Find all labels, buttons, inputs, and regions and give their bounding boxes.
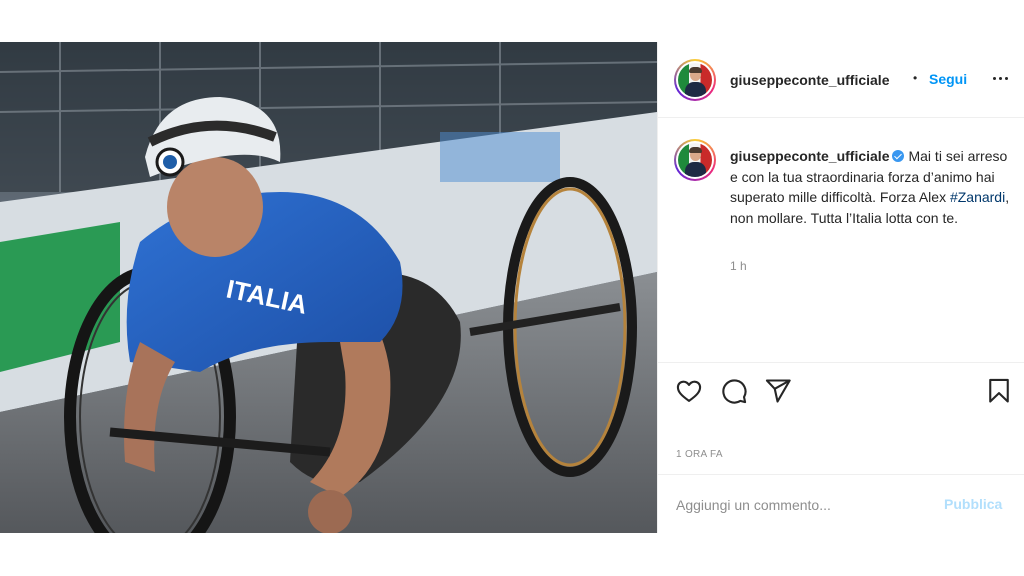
heart-icon[interactable] — [675, 377, 703, 405]
action-bar — [658, 362, 1024, 418]
comment-icon[interactable] — [720, 377, 748, 405]
paper-plane-icon[interactable] — [764, 377, 792, 405]
publish-comment-button[interactable]: Pubblica — [944, 496, 1002, 512]
follow-button[interactable]: Segui — [929, 71, 967, 87]
caption-username-link[interactable]: giuseppeconte_ufficiale — [730, 148, 889, 164]
comment-input[interactable] — [676, 494, 926, 516]
add-comment-section: Pubblica — [658, 474, 1024, 533]
hashtag-link[interactable]: #Zanardi — [950, 189, 1005, 205]
author-avatar[interactable] — [674, 59, 716, 101]
header-separator: • — [913, 71, 918, 85]
post-time-ago[interactable]: 1 ORA FA — [676, 449, 723, 460]
bookmark-icon[interactable] — [985, 377, 1013, 405]
caption-author-avatar[interactable] — [674, 139, 716, 181]
caption-timestamp[interactable]: 1 h — [730, 259, 747, 273]
author-username-link[interactable]: giuseppeconte_ufficiale — [730, 72, 889, 88]
post-image: ITALIA — [0, 42, 657, 533]
verified-badge-icon — [892, 150, 905, 162]
post-header: giuseppeconte_ufficiale • Segui — [658, 42, 1024, 118]
post-sidebar: giuseppeconte_ufficiale • Segui giuseppe… — [657, 42, 1024, 533]
more-options-icon[interactable] — [988, 66, 1012, 90]
post-photo[interactable]: ITALIA — [0, 42, 657, 533]
post-caption: giuseppeconte_ufficiale Mai ti sei arreso… — [730, 146, 1018, 228]
